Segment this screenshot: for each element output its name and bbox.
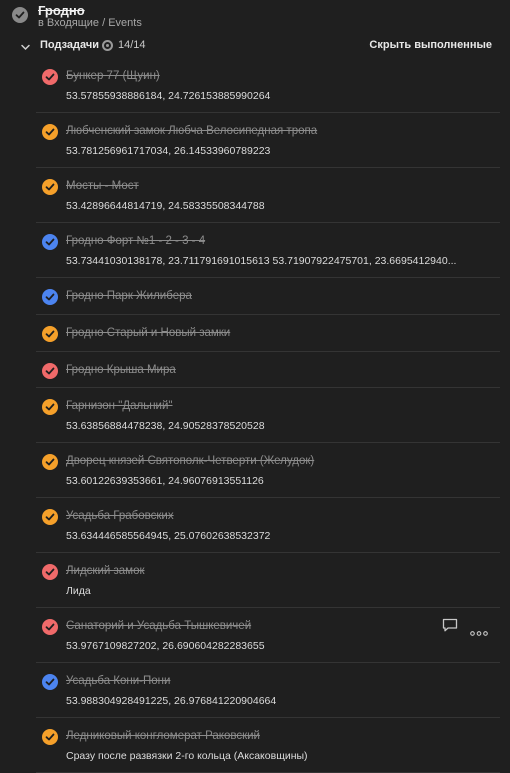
completed-check-icon[interactable] [12, 7, 28, 23]
complete-check-icon[interactable] [42, 674, 58, 690]
complete-check-icon[interactable] [42, 564, 58, 580]
subtasks-count: 14/14 [118, 39, 146, 51]
subtask-row[interactable]: Гродно Форт №1 - 2 - 3 - 4 53.73441030138… [0, 223, 510, 278]
complete-check-icon[interactable] [42, 124, 58, 140]
subtask-row[interactable]: Любченский замок Любча Велосипедная троп… [0, 113, 510, 168]
subtask-title[interactable]: Гродно Крыша Мира [66, 364, 176, 376]
progress-ring-icon [102, 40, 113, 51]
row-actions [418, 615, 498, 637]
subtask-title[interactable]: Дворец князей Святополк-Четверти (Желудо… [66, 455, 314, 467]
subtask-title[interactable]: Бункер 77 (Щуин) [66, 70, 160, 82]
subtask-description: 53.63856884478238, 24.90528378520528 [66, 420, 265, 432]
subtask-description: Лида [66, 585, 91, 597]
subtask-description: 53.42896644814719, 24.58335508344788 [66, 200, 265, 212]
subtasks-label[interactable]: Подзадачи [40, 39, 99, 51]
task-header: Гродно в Входящие / Events [0, 0, 510, 36]
hide-completed-button[interactable]: Скрыть выполненные [369, 39, 492, 51]
complete-check-icon[interactable] [42, 729, 58, 745]
subtask-row[interactable]: Лидский замок Лида [0, 553, 510, 608]
subtask-title[interactable]: Мосты - Мост [66, 180, 139, 192]
subtask-title[interactable]: Любченский замок Любча Велосипедная троп… [66, 125, 317, 137]
subtask-description: 53.634446585564945, 25.07602638532372 [66, 530, 271, 542]
subtask-row[interactable]: Мосты - Мост 53.42896644814719, 24.583355… [0, 168, 510, 223]
subtasks-bar: Подзадачи 14/14 Скрыть выполненные [0, 36, 510, 56]
subtask-row[interactable]: Бункер 77 (Щуин) 53.57855938886184, 24.72… [0, 58, 510, 113]
subtask-title[interactable]: Усадьба Грабовских [66, 510, 174, 522]
complete-check-icon[interactable] [42, 179, 58, 195]
subtask-title[interactable]: Гродно Парк Жилибера [66, 290, 192, 302]
subtask-description: 53.60122639353661, 24.96076913551126 [66, 475, 264, 487]
complete-check-icon[interactable] [42, 69, 58, 85]
subtask-row[interactable]: Гродно Крыша Мира [0, 352, 510, 388]
more-options-icon[interactable] [470, 623, 488, 641]
complete-check-icon[interactable] [42, 619, 58, 635]
complete-check-icon[interactable] [42, 454, 58, 470]
subtask-description: 53.73441030138178, 23.711791691015613 53… [66, 255, 457, 267]
subtask-title[interactable]: Санаторий и Усадьба Тышкевичей [66, 620, 251, 632]
subtask-title[interactable]: Гродно Форт №1 - 2 - 3 - 4 [66, 235, 205, 247]
subtask-description: 53.9767109827202, 26.690604282283655 [66, 640, 265, 652]
subtask-row[interactable]: Гродно Парк Жилибера [0, 278, 510, 315]
subtask-title[interactable]: Ледниковый конгломерат Раковский [66, 730, 260, 742]
complete-check-icon[interactable] [42, 363, 58, 379]
complete-check-icon[interactable] [42, 234, 58, 250]
complete-check-icon[interactable] [42, 399, 58, 415]
complete-check-icon[interactable] [42, 326, 58, 342]
subtask-title[interactable]: Лидский замок [66, 565, 145, 577]
breadcrumb[interactable]: в Входящие / Events [38, 17, 142, 29]
comment-icon[interactable] [442, 618, 458, 637]
subtask-row[interactable]: Ледниковый конгломерат Раковский Сразу по… [0, 718, 510, 773]
complete-check-icon[interactable] [42, 509, 58, 525]
subtask-row[interactable]: Гарнизон "Дальний" 53.63856884478238, 24.… [0, 388, 510, 443]
subtask-row[interactable]: Усадьба Грабовских 53.634446585564945, 25… [0, 498, 510, 553]
chevron-down-icon[interactable] [20, 40, 31, 51]
subtask-description: 53.57855938886184, 24.726153885990264 [66, 90, 271, 102]
subtask-row[interactable]: Дворец князей Святополк-Четверти (Желудо… [0, 443, 510, 498]
subtask-description: Сразу после развязки 2-го кольца (Аксако… [66, 750, 308, 762]
subtask-description: 53.988304928491225, 26.976841220904664 [66, 695, 277, 707]
subtask-title[interactable]: Гродно Старый и Новый замки [66, 327, 230, 339]
subtask-description: 53.781256961717034, 26.14533960789223 [66, 145, 271, 157]
subtask-row[interactable]: Усадьба Кони-Пони 53.988304928491225, 26.… [0, 663, 510, 718]
subtask-row[interactable]: Гродно Старый и Новый замки [0, 315, 510, 352]
complete-check-icon[interactable] [42, 289, 58, 305]
subtask-title[interactable]: Гарнизон "Дальний" [66, 400, 172, 412]
subtask-row[interactable]: Санаторий и Усадьба Тышкевичей 53.9767109… [0, 608, 510, 663]
task-title[interactable]: Гродно [38, 3, 85, 18]
subtask-title[interactable]: Усадьба Кони-Пони [66, 675, 170, 687]
